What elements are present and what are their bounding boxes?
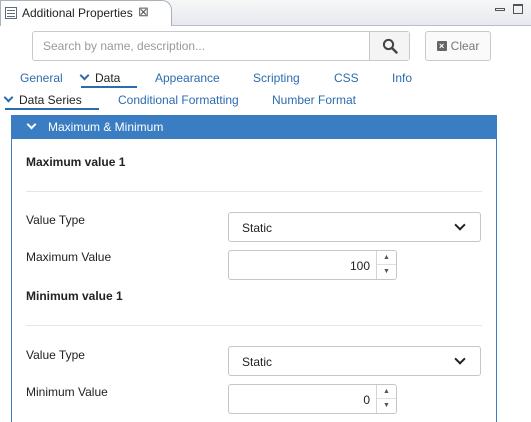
- chevron-down-icon: [26, 119, 37, 130]
- chevron-down-icon: [79, 70, 90, 81]
- min-value-label: Minimum Value: [26, 385, 108, 399]
- clear-x-icon: ×: [436, 41, 447, 51]
- tab-data[interactable]: Data: [79, 70, 121, 85]
- tab-info[interactable]: Info: [392, 71, 412, 85]
- minimize-icon[interactable]: [495, 8, 505, 11]
- chevron-down-icon: [454, 353, 466, 365]
- minimum-section-title: Minimum value 1: [26, 289, 123, 303]
- subtab-data-series[interactable]: Data Series: [3, 92, 82, 107]
- max-value-type-selected: Static: [242, 221, 273, 235]
- view-header: Additional Properties ⊠: [0, 0, 531, 26]
- decrement-icon[interactable]: ▼: [377, 399, 396, 413]
- tab-data-underline: [81, 86, 137, 88]
- increment-icon[interactable]: ▲: [377, 385, 396, 399]
- maximize-icon[interactable]: [513, 4, 523, 14]
- max-value-stepper[interactable]: 100 ▲ ▼: [228, 250, 397, 280]
- increment-icon[interactable]: ▲: [377, 251, 396, 265]
- divider: [26, 191, 482, 192]
- subtab-conditional-formatting[interactable]: Conditional Formatting: [118, 93, 239, 107]
- min-value-type-selected: Static: [242, 355, 273, 369]
- decrement-icon[interactable]: ▼: [377, 265, 396, 279]
- search-input[interactable]: [33, 32, 369, 60]
- max-value-type-label: Value Type: [26, 213, 85, 227]
- subtab-number-format[interactable]: Number Format: [272, 93, 356, 107]
- tab-data-label: Data: [95, 71, 121, 85]
- max-value-label: Maximum Value: [26, 250, 112, 264]
- view-title: Additional Properties: [22, 6, 133, 20]
- divider: [26, 325, 482, 326]
- tab-css[interactable]: CSS: [334, 71, 359, 85]
- panel-title: Maximum & Minimum: [48, 120, 164, 134]
- max-value-type-select[interactable]: Static: [228, 212, 481, 242]
- chevron-down-icon: [454, 219, 466, 231]
- subtab-data-series-label: Data Series: [19, 93, 82, 107]
- min-value-type-select[interactable]: Static: [228, 346, 481, 376]
- min-value[interactable]: 0: [363, 393, 370, 407]
- clear-button[interactable]: × Clear: [425, 31, 491, 61]
- subtab-data-series-underline: [5, 108, 99, 110]
- view-tab-additional-properties[interactable]: Additional Properties ⊠: [0, 0, 172, 26]
- search-box: [32, 31, 410, 61]
- tab-general[interactable]: General: [20, 71, 63, 85]
- panel-header[interactable]: Maximum & Minimum: [11, 115, 497, 139]
- clear-button-label: Clear: [450, 39, 480, 53]
- search-button[interactable]: [369, 32, 409, 60]
- tab-appearance[interactable]: Appearance: [155, 71, 220, 85]
- min-value-stepper[interactable]: 0 ▲ ▼: [228, 384, 397, 414]
- chevron-down-icon: [3, 92, 14, 103]
- properties-view-icon: [5, 7, 17, 19]
- max-value[interactable]: 100: [350, 259, 370, 273]
- close-icon[interactable]: ⊠: [138, 5, 149, 19]
- maximum-section-title: Maximum value 1: [26, 155, 126, 169]
- search-icon: [382, 38, 398, 54]
- min-value-type-label: Value Type: [26, 348, 85, 362]
- tab-scripting[interactable]: Scripting: [253, 71, 300, 85]
